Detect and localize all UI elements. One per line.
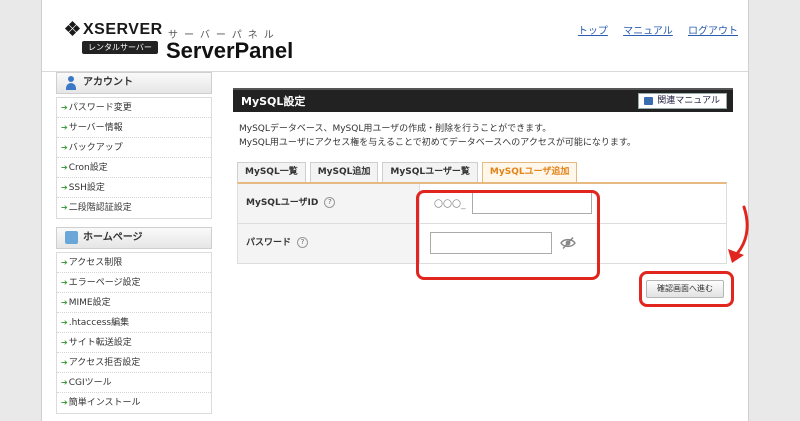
sidebar-item-label: パスワード変更: [68, 103, 132, 113]
sidebar-section-title: アカウント: [83, 77, 133, 88]
sidebar-item-label: .htaccess編集: [68, 318, 130, 328]
arrow-icon: ➔: [61, 298, 68, 307]
sidebar-item-mime[interactable]: ➔MIME設定: [57, 293, 211, 313]
sidebar-item-label: サーバー情報: [68, 123, 123, 133]
help-icon[interactable]: ?: [324, 197, 336, 208]
logo[interactable]: XSERVER レンタルサーバー サーバーパネル ServerPanel: [64, 20, 336, 64]
sidebar-item-easy-install[interactable]: ➔簡単インストール: [57, 393, 211, 413]
sidebar-item-2fa[interactable]: ➔二段階認証設定: [57, 198, 211, 218]
description-line: MySQLデータベース、MySQL用ユーザの作成・削除を行うことができます。: [239, 124, 552, 134]
tab-mysql-user-list[interactable]: MySQLユーザー覧: [382, 162, 478, 182]
sidebar-item-password-change[interactable]: ➔パスワード変更: [57, 98, 211, 118]
server-panel-window: XSERVER レンタルサーバー サーバーパネル ServerPanel トップ…: [42, 0, 749, 421]
form-row-password: パスワード?: [238, 224, 726, 264]
arrow-icon: ➔: [61, 123, 68, 132]
arrow-icon: ➔: [61, 203, 68, 212]
home-page-icon: [65, 231, 78, 244]
sidebar-item-server-info[interactable]: ➔サーバー情報: [57, 118, 211, 138]
tab-mysql-add[interactable]: MySQL追加: [309, 162, 379, 182]
sidebar-item-label: CGIツール: [68, 378, 112, 388]
sidebar-item-label: サイト転送設定: [68, 338, 132, 348]
sidebar-list-homepage: ➔アクセス制限 ➔エラーページ設定 ➔MIME設定 ➔.htaccess編集 ➔…: [56, 252, 212, 414]
user-id-label: MySQLユーザID?: [238, 184, 420, 223]
sidebar-list-account: ➔パスワード変更 ➔サーバー情報 ➔バックアップ ➔Cron設定 ➔SSH設定 …: [56, 97, 212, 219]
sidebar-item-label: エラーページ設定: [68, 278, 141, 288]
sidebar-item-label: Cron設定: [68, 163, 108, 173]
eye-slash-icon[interactable]: [560, 235, 576, 251]
top-link[interactable]: トップ: [578, 26, 608, 37]
sidebar-section-homepage: ホームページ: [56, 227, 212, 249]
password-label: パスワード?: [238, 224, 420, 263]
page-description: MySQLデータベース、MySQL用ユーザの作成・削除を行うことができます。 M…: [239, 122, 733, 150]
related-manual-button[interactable]: 関連マニュアル: [638, 93, 727, 109]
sidebar-item-label: MIME設定: [68, 298, 111, 308]
description-line: MySQL用ユーザにアクセス権を与えることで初めてデータベースへのアクセスが可能…: [239, 138, 636, 148]
page-title: MySQL設定: [241, 95, 306, 108]
sidebar-item-label: アクセス制限: [68, 258, 123, 268]
password-input[interactable]: [430, 232, 552, 254]
tab-mysql-user-add[interactable]: MySQLユーザ追加: [481, 162, 578, 182]
user-id-input[interactable]: [472, 192, 592, 214]
top-links: トップ マニュアル ログアウト: [566, 22, 738, 37]
sidebar: アカウント ➔パスワード変更 ➔サーバー情報 ➔バックアップ ➔Cron設定 ➔…: [56, 72, 212, 421]
arrow-icon: ➔: [61, 163, 68, 172]
sidebar-section-account: アカウント: [56, 72, 212, 94]
sidebar-item-cron[interactable]: ➔Cron設定: [57, 158, 211, 178]
user-id-prefix: 〇〇〇_: [434, 200, 466, 210]
confirm-button[interactable]: 確認画面へ進む: [646, 280, 724, 298]
arrow-icon: ➔: [61, 183, 68, 192]
logo-title: ServerPanel: [166, 38, 294, 63]
arrow-icon: ➔: [61, 378, 68, 387]
logo-brand-text: XSERVER: [83, 21, 163, 38]
page-titlebar: MySQL設定 関連マニュアル: [233, 88, 733, 112]
logout-link[interactable]: ログアウト: [688, 26, 738, 37]
header: XSERVER レンタルサーバー サーバーパネル ServerPanel トップ…: [42, 0, 748, 72]
xserver-diamond-icon: [64, 20, 81, 37]
main-content: MySQL設定 関連マニュアル MySQLデータベース、MySQL用ユーザの作成…: [233, 88, 733, 298]
sidebar-item-cgi[interactable]: ➔CGIツール: [57, 373, 211, 393]
sidebar-item-label: 二段階認証設定: [68, 203, 132, 213]
related-manual-label: 関連マニュアル: [657, 96, 720, 106]
sidebar-item-htaccess[interactable]: ➔.htaccess編集: [57, 313, 211, 333]
logo-brand: XSERVER: [64, 20, 163, 39]
arrow-icon: ➔: [61, 338, 68, 347]
sidebar-item-label: SSH設定: [68, 183, 105, 193]
arrow-icon: ➔: [61, 143, 68, 152]
arrow-icon: ➔: [61, 358, 68, 367]
user-add-form: MySQLユーザID? 〇〇〇_ パスワード?: [237, 182, 727, 264]
sidebar-item-backup[interactable]: ➔バックアップ: [57, 138, 211, 158]
sidebar-item-ssh[interactable]: ➔SSH設定: [57, 178, 211, 198]
arrow-icon: ➔: [61, 103, 68, 112]
tab-bar: MySQL一覧 MySQL追加 MySQLユーザー覧 MySQLユーザ追加: [237, 162, 733, 182]
book-icon: [644, 97, 654, 105]
arrow-icon: ➔: [61, 258, 68, 267]
sidebar-item-error-page[interactable]: ➔エラーページ設定: [57, 273, 211, 293]
red-arrow-icon: [728, 205, 749, 263]
sidebar-item-access-deny[interactable]: ➔アクセス拒否設定: [57, 353, 211, 373]
arrow-icon: ➔: [61, 278, 68, 287]
arrow-icon: ➔: [61, 398, 68, 407]
sidebar-section-title: ホームページ: [83, 232, 143, 243]
sidebar-item-access-limit[interactable]: ➔アクセス制限: [57, 253, 211, 273]
user-icon: [65, 76, 77, 90]
sidebar-item-label: 簡単インストール: [68, 398, 141, 408]
tab-mysql-list[interactable]: MySQL一覧: [237, 162, 306, 182]
arrow-icon: ➔: [61, 318, 68, 327]
user-id-label-text: MySQLユーザID: [246, 198, 319, 208]
form-row-user-id: MySQLユーザID? 〇〇〇_: [238, 184, 726, 224]
sidebar-item-label: バックアップ: [68, 143, 123, 153]
password-label-text: パスワード: [246, 238, 292, 248]
help-icon[interactable]: ?: [297, 237, 309, 248]
manual-link[interactable]: マニュアル: [623, 26, 673, 37]
sidebar-item-redirect[interactable]: ➔サイト転送設定: [57, 333, 211, 353]
logo-badge: レンタルサーバー: [82, 41, 158, 54]
sidebar-item-label: アクセス拒否設定: [68, 358, 141, 368]
